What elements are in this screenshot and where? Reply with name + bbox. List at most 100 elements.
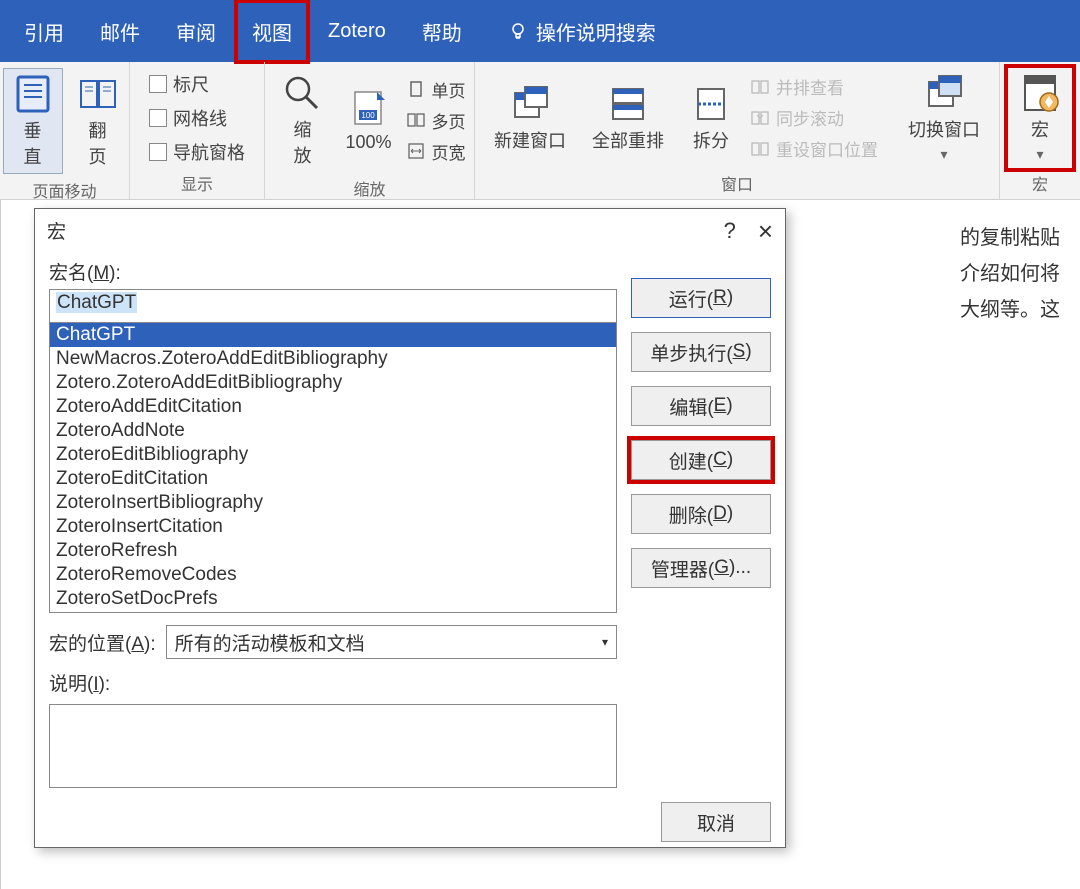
- tab-view[interactable]: 视图: [234, 0, 310, 64]
- arrangeall-icon: [607, 83, 649, 125]
- zoom-label: 缩 放: [293, 116, 311, 168]
- macro-location-label: 宏的位置(A):: [49, 629, 156, 656]
- multipage-button[interactable]: 多页: [406, 108, 466, 133]
- zoom100-label: 100%: [345, 132, 391, 153]
- dialog-help-button[interactable]: ?: [724, 218, 736, 244]
- flip-label: 翻 页: [89, 117, 107, 169]
- create-button[interactable]: 创建(C): [631, 440, 771, 480]
- vertical-label: 垂 直: [24, 117, 42, 169]
- resetpos-icon: [750, 140, 770, 158]
- pagewidth-icon: [406, 142, 426, 160]
- chevron-down-icon: ▾: [1036, 146, 1043, 163]
- cancel-button[interactable]: 取消: [661, 802, 771, 842]
- tab-help[interactable]: 帮助: [404, 0, 480, 64]
- gridlines-label: 网格线: [173, 105, 227, 131]
- macro-name-input[interactable]: ChatGPT: [49, 289, 617, 323]
- pagewidth-button[interactable]: 页宽: [406, 139, 466, 164]
- vertical-button[interactable]: 垂 直: [3, 68, 63, 174]
- tab-zotero[interactable]: Zotero: [310, 2, 404, 61]
- ribbon-group-show: 标尺 网格线 导航窗格 显示: [130, 62, 265, 199]
- switchwindow-button[interactable]: 切换窗口 ▾: [900, 68, 988, 167]
- switchwindow-icon: [923, 72, 965, 114]
- list-item[interactable]: ZoteroAddNote: [50, 419, 616, 443]
- syncscroll-label: 同步滚动: [776, 105, 844, 130]
- zoom100-button[interactable]: 100 100%: [337, 84, 399, 157]
- macro-list[interactable]: ChatGPT NewMacros.ZoteroAddEditBibliogra…: [49, 323, 617, 613]
- navpane-label: 导航窗格: [173, 139, 245, 165]
- list-item[interactable]: ZoteroRefresh: [50, 539, 616, 563]
- macro-name-value: ChatGPT: [56, 292, 137, 313]
- ribbon-group-zoom: 缩 放 100 100% 单页 多页 页宽 缩放: [265, 62, 475, 199]
- ribbon-group-pagemove: 垂 直 翻 页 页面移动: [0, 62, 130, 199]
- ribbon: 垂 直 翻 页 页面移动 标尺 网格线 导航窗格 显示: [0, 62, 1080, 200]
- description-input[interactable]: [49, 704, 617, 788]
- list-item[interactable]: ZoteroEditCitation: [50, 467, 616, 491]
- list-item[interactable]: ZoteroEditBibliography: [50, 443, 616, 467]
- split-icon: [690, 83, 732, 125]
- step-button[interactable]: 单步执行(S): [631, 332, 771, 372]
- run-button[interactable]: 运行(R): [631, 278, 771, 318]
- list-item[interactable]: ZoteroAddEditCitation: [50, 395, 616, 419]
- sidebyside-button: 并排查看: [750, 74, 890, 99]
- macro-icon: [1019, 72, 1061, 114]
- tab-mailings[interactable]: 邮件: [82, 0, 158, 64]
- ribbon-tabbar: 引用 邮件 审阅 视图 Zotero 帮助 操作说明搜索: [0, 0, 1080, 62]
- multipage-icon: [406, 111, 426, 129]
- navpane-checkbox[interactable]: 导航窗格: [149, 139, 245, 165]
- list-item[interactable]: NewMacros.ZoteroAddEditBibliography: [50, 347, 616, 371]
- newwindow-label: 新建窗口: [494, 127, 566, 153]
- onepage-icon: [406, 80, 426, 98]
- split-label: 拆分: [693, 127, 729, 153]
- list-item[interactable]: ZoteroInsertCitation: [50, 515, 616, 539]
- tell-me-label: 操作说明搜索: [536, 17, 656, 46]
- list-item[interactable]: ChatGPT: [50, 323, 616, 347]
- list-item[interactable]: ZoteroRemoveCodes: [50, 563, 616, 587]
- newwindow-icon: [509, 83, 551, 125]
- zoom100-icon: 100: [347, 88, 389, 130]
- macro-button[interactable]: 宏 ▾: [1011, 68, 1069, 167]
- ruler-checkbox[interactable]: 标尺: [149, 71, 245, 97]
- arrangeall-button[interactable]: 全部重排: [584, 79, 672, 157]
- dialog-close-button[interactable]: ×: [758, 222, 773, 240]
- doc-line: 大纲等。这: [960, 292, 1060, 328]
- vertical-icon: [12, 73, 54, 115]
- list-item[interactable]: ZoteroInsertBibliography: [50, 491, 616, 515]
- chevron-down-icon: ▾: [940, 146, 947, 163]
- macro-location-value: 所有的活动模板和文档: [175, 629, 365, 656]
- resetpos-label: 重设窗口位置: [776, 136, 878, 161]
- tell-me-search[interactable]: 操作说明搜索: [490, 0, 674, 64]
- onepage-button[interactable]: 单页: [406, 77, 466, 102]
- group-label-show: 显示: [136, 167, 258, 199]
- switchwindow-label: 切换窗口: [908, 116, 980, 142]
- ribbon-group-macro: 宏 ▾ 宏: [1000, 62, 1080, 199]
- lightbulb-icon: [508, 21, 528, 41]
- onepage-label: 单页: [432, 77, 466, 102]
- list-item[interactable]: ZoteroSetDocPrefs: [50, 587, 616, 611]
- flip-button[interactable]: 翻 页: [69, 69, 127, 173]
- tab-references[interactable]: 引用: [6, 0, 82, 64]
- list-item[interactable]: Zotero.ZoteroAddEditBibliography: [50, 371, 616, 395]
- edit-button[interactable]: 编辑(E): [631, 386, 771, 426]
- pagewidth-label: 页宽: [432, 139, 466, 164]
- description-label: 说明(I):: [49, 669, 617, 696]
- gridlines-checkbox[interactable]: 网格线: [149, 105, 245, 131]
- zoom-button[interactable]: 缩 放: [273, 68, 331, 172]
- newwindow-button[interactable]: 新建窗口: [486, 79, 574, 157]
- organizer-button[interactable]: 管理器(G)...: [631, 548, 771, 588]
- group-label-macro: 宏: [1006, 167, 1074, 199]
- multipage-label: 多页: [432, 108, 466, 133]
- ruler-label: 标尺: [173, 71, 209, 97]
- sidebyside-label: 并排查看: [776, 74, 844, 99]
- macro-location-select[interactable]: 所有的活动模板和文档 ▾: [166, 625, 617, 659]
- sidebyside-icon: [750, 78, 770, 96]
- macro-label: 宏: [1031, 116, 1049, 142]
- syncscroll-button: 同步滚动: [750, 105, 890, 130]
- tab-review[interactable]: 审阅: [158, 0, 234, 64]
- syncscroll-icon: [750, 109, 770, 127]
- chevron-down-icon: ▾: [602, 635, 608, 649]
- flip-icon: [77, 73, 119, 115]
- delete-button[interactable]: 删除(D): [631, 494, 771, 534]
- split-button[interactable]: 拆分: [682, 79, 740, 157]
- svg-text:100: 100: [362, 111, 376, 120]
- resetpos-button: 重设窗口位置: [750, 136, 890, 161]
